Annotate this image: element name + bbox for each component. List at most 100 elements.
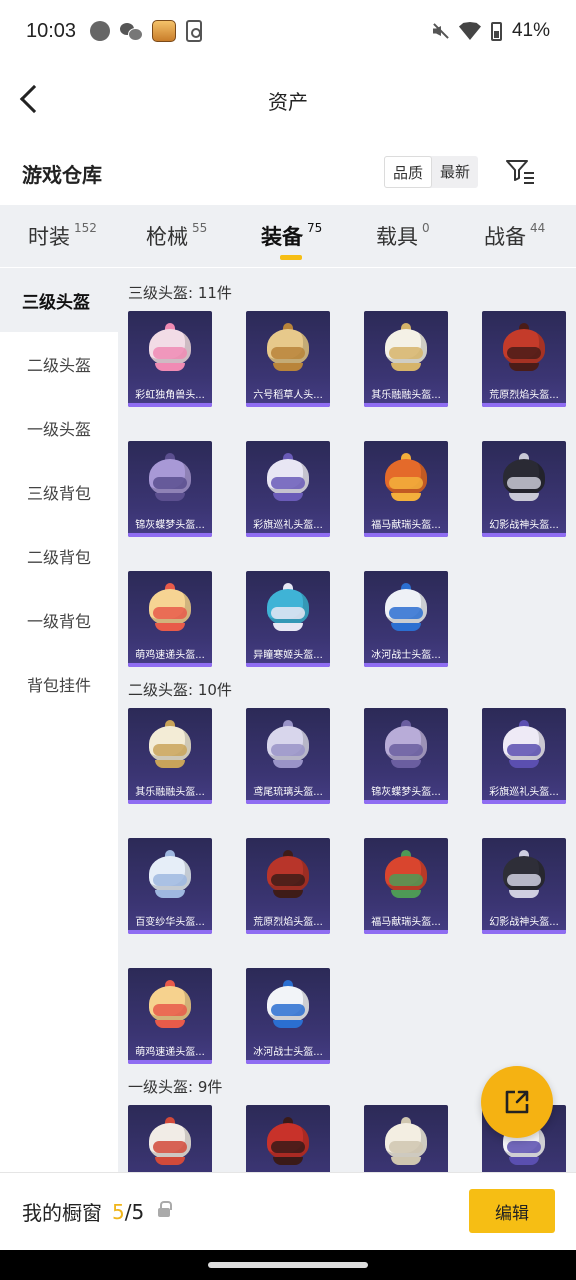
side-item-backpack-charm[interactable]: 背包挂件 (0, 652, 118, 716)
lock-icon (158, 1200, 173, 1218)
mute-icon (431, 22, 449, 40)
item-card[interactable]: 其乐融融头盔... (128, 708, 212, 804)
status-time: 10:03 (26, 19, 77, 42)
item-card[interactable]: 荒原烈焰头盔... (246, 838, 330, 934)
rarity-bar (128, 930, 212, 934)
helmet-icon (265, 323, 311, 373)
helmet-icon (383, 453, 429, 503)
item-card[interactable]: 彩旗巡礼头盔... (482, 708, 566, 804)
helmet-icon (383, 583, 429, 633)
item-card[interactable]: 幻影战神头盔... (482, 441, 566, 537)
side-nav: 三级头盔 二级头盔 一级头盔 三级背包 二级背包 一级背包 背包挂件 (0, 268, 118, 1178)
item-card[interactable]: 六号稻草人头... (246, 311, 330, 407)
rarity-bar (364, 403, 448, 407)
wechat-icon (120, 22, 144, 41)
helmet-icon (265, 583, 311, 633)
wifi-icon (458, 22, 481, 40)
category-tab-bar: 时装 152 枪械 55 装备 75 载具 0 战备 44 (0, 205, 576, 267)
header: 资产 (0, 70, 576, 130)
item-card[interactable]: 锦灰蝶梦头盔... (364, 708, 448, 804)
rarity-bar (482, 533, 566, 537)
status-bar: 10:03 41% (0, 0, 576, 62)
item-card[interactable]: 冰河战士头盔... (364, 571, 448, 667)
battery-percent: 41% (511, 20, 550, 41)
item-card[interactable]: 荒原烈焰头盔... (482, 311, 566, 407)
item-name: 冰河战士头盔... (371, 650, 441, 661)
item-name: 彩旗巡礼头盔... (253, 520, 323, 531)
item-card[interactable]: 彩旗巡礼头盔... (246, 441, 330, 537)
item-name: 幻影战神头盔... (489, 520, 559, 531)
rarity-bar (246, 663, 330, 667)
rarity-bar (128, 663, 212, 667)
item-card[interactable]: 萌鸡速递头盔... (128, 968, 212, 1064)
item-card[interactable]: 异瞳寒姬头盔... (246, 571, 330, 667)
helmet-icon (383, 323, 429, 373)
edit-button[interactable]: 编辑 (469, 1189, 555, 1233)
side-item-level2-backpack[interactable]: 二级背包 (0, 524, 118, 588)
tab-fashion[interactable]: 时装 152 (28, 205, 97, 267)
filter-button[interactable] (504, 156, 536, 188)
tab-weapons[interactable]: 枪械 55 (146, 205, 207, 267)
item-grid: 三级头盔: 11件 彩虹独角兽头... 六号稻草人头... 其乐融融头盔... 荒原烈焰… (118, 268, 576, 1178)
item-name: 福马献瑞头盔... (371, 520, 441, 531)
tab-label: 枪械 (146, 225, 188, 249)
warehouse-title: 游戏仓库 (22, 162, 102, 187)
showcase-count: 5/5 (112, 1200, 144, 1224)
item-card[interactable]: 冰河战士头盔... (246, 968, 330, 1064)
item-card[interactable]: 彩虹独角兽头... (128, 311, 212, 407)
active-tab-indicator (280, 255, 302, 260)
item-card[interactable]: 其乐融融头盔... (364, 311, 448, 407)
tab-vehicles[interactable]: 载具 0 (376, 205, 430, 267)
item-name: 鸢尾琉璃头盔... (253, 787, 323, 798)
side-item-level3-backpack[interactable]: 三级背包 (0, 460, 118, 524)
item-card[interactable]: 福马献瑞头盔... (364, 838, 448, 934)
system-nav-bar (0, 1250, 576, 1280)
side-item-level1-backpack[interactable]: 一级背包 (0, 588, 118, 652)
item-name: 彩虹独角兽头... (135, 390, 205, 401)
item-card[interactable] (364, 1105, 448, 1178)
showcase-count-total: /5 (124, 1199, 145, 1224)
status-right: 41% (431, 20, 550, 42)
share-icon (505, 1090, 529, 1114)
helmet-icon (383, 850, 429, 900)
sort-latest[interactable]: 最新 (432, 156, 478, 188)
item-card[interactable] (128, 1105, 212, 1178)
rarity-bar (246, 533, 330, 537)
showcase-count-current: 5 (112, 1199, 125, 1224)
rarity-bar (128, 403, 212, 407)
item-name: 锦灰蝶梦头盔... (371, 787, 441, 798)
side-item-level2-helmet[interactable]: 二级头盔 (0, 332, 118, 396)
item-name: 六号稻草人头... (253, 390, 323, 401)
tab-supplies[interactable]: 战备 44 (484, 205, 545, 267)
helmet-icon (265, 1117, 311, 1167)
item-card[interactable]: 锦灰蝶梦头盔... (128, 441, 212, 537)
tab-label: 战备 (484, 225, 526, 249)
helmet-icon (147, 850, 193, 900)
sort-quality[interactable]: 品质 (384, 156, 433, 188)
share-button[interactable] (481, 1066, 553, 1138)
item-name: 百变纱华头盔... (135, 917, 205, 928)
home-indicator[interactable] (208, 1262, 368, 1268)
back-button[interactable] (14, 80, 50, 120)
item-card[interactable]: 鸢尾琉璃头盔... (246, 708, 330, 804)
item-name: 荒原烈焰头盔... (253, 917, 323, 928)
rarity-bar (364, 533, 448, 537)
tab-label: 装备 (261, 225, 303, 249)
rarity-bar (128, 1060, 212, 1064)
page-title: 资产 (268, 89, 308, 114)
item-card[interactable]: 百变纱华头盔... (128, 838, 212, 934)
item-card[interactable] (246, 1105, 330, 1178)
item-card[interactable]: 萌鸡速递头盔... (128, 571, 212, 667)
helmet-icon (147, 980, 193, 1030)
item-card[interactable]: 幻影战神头盔... (482, 838, 566, 934)
helmet-icon (147, 323, 193, 373)
side-item-level1-helmet[interactable]: 一级头盔 (0, 396, 118, 460)
item-card[interactable]: 福马献瑞头盔... (364, 441, 448, 537)
item-name: 福马献瑞头盔... (371, 917, 441, 928)
side-item-level3-helmet[interactable]: 三级头盔 (0, 268, 118, 332)
helmet-icon (265, 850, 311, 900)
back-arrow-icon (19, 84, 49, 114)
item-name: 萌鸡速递头盔... (135, 650, 205, 661)
item-name: 彩旗巡礼头盔... (489, 787, 559, 798)
helmet-icon (265, 453, 311, 503)
